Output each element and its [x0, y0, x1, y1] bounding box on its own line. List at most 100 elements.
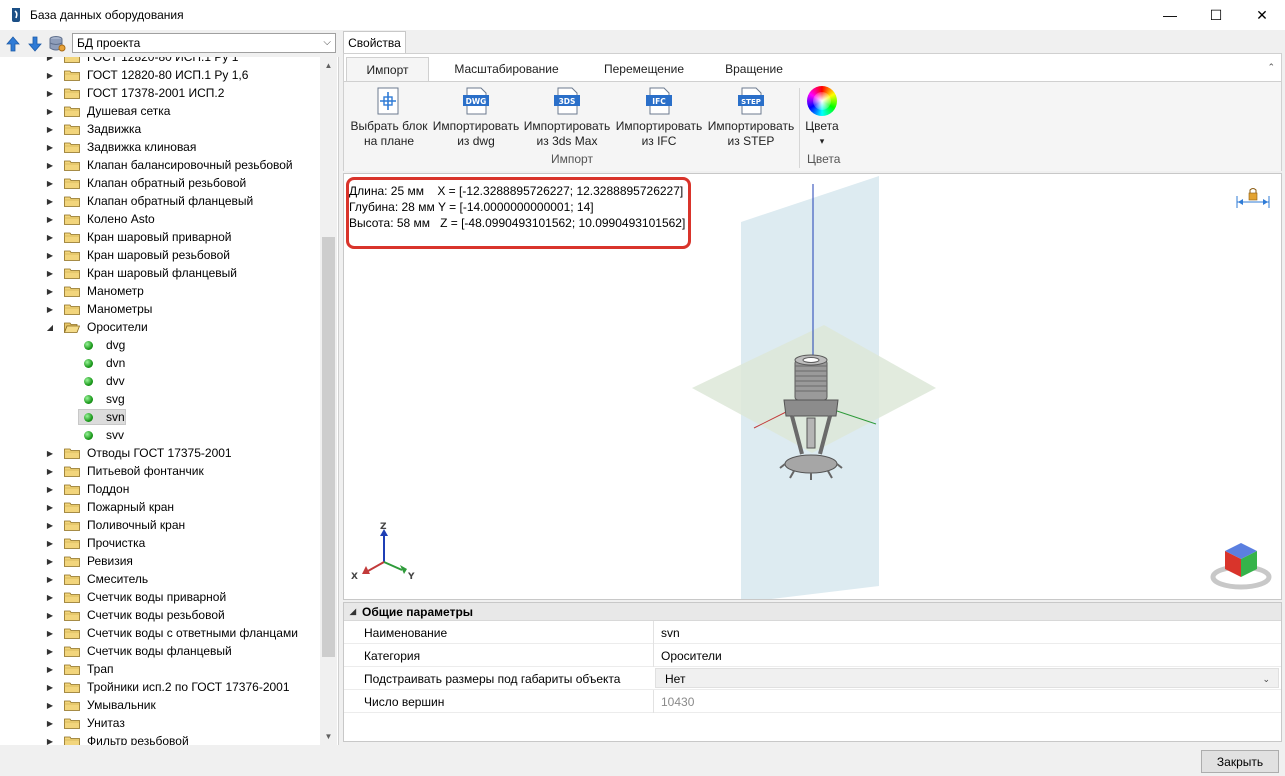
tree-folder-item[interactable]: ▶ Фильтр резьбовой: [0, 732, 320, 745]
tree-folder-item[interactable]: ▶ Счетчик воды с ответными фланцами: [0, 624, 320, 642]
colors-button[interactable]: Цвета ▾: [792, 86, 852, 154]
collapsed-arrow-icon[interactable]: ▶: [45, 156, 55, 174]
tree-folder-item[interactable]: ▶ Манометры: [0, 300, 320, 318]
tree-folder-item[interactable]: ▶ Счетчик воды фланцевый: [0, 642, 320, 660]
tree-folder-item[interactable]: ▶ Питьевой фонтанчик: [0, 462, 320, 480]
collapsed-arrow-icon[interactable]: ▶: [45, 192, 55, 210]
collapsed-arrow-icon[interactable]: ▶: [45, 552, 55, 570]
fit-size-select[interactable]: ⌄: [655, 668, 1279, 688]
tree-folder-item[interactable]: ▶ Поддон: [0, 480, 320, 498]
tree-folder-item[interactable]: ▶ Прочистка: [0, 534, 320, 552]
collapsed-arrow-icon[interactable]: ▶: [45, 516, 55, 534]
tree-folder-item[interactable]: ▶ Клапан обратный резьбовой: [0, 174, 320, 192]
equipment-tree[interactable]: ▶ ГОСТ 12820-80 ИСП.1 Ру 1 ▶ ГОСТ 12820-80 …: [0, 57, 320, 745]
tree-folder-item[interactable]: ▶ Счетчик воды приварной: [0, 588, 320, 606]
collapsed-arrow-icon[interactable]: ▶: [45, 714, 55, 732]
property-category-value[interactable]: Оросители: [661, 649, 722, 663]
tree-folder-item[interactable]: ▶ Унитаз: [0, 714, 320, 732]
tree-folder-item[interactable]: ▶ Поливочный кран: [0, 516, 320, 534]
collapsed-arrow-icon[interactable]: ▶: [45, 588, 55, 606]
tree-folder-item[interactable]: ▶ Ревизия: [0, 552, 320, 570]
collapsed-arrow-icon[interactable]: ▶: [45, 84, 55, 102]
tree-folder-item[interactable]: ▶ ГОСТ 12820-80 ИСП.1 Ру 1,6: [0, 66, 320, 84]
ribbon-tab-rotation[interactable]: Вращение: [714, 57, 794, 81]
collapsed-arrow-icon[interactable]: ▶: [45, 138, 55, 156]
property-row-category[interactable]: Категория Оросители: [344, 644, 1281, 667]
maximize-button[interactable]: ☐: [1193, 0, 1239, 30]
collapsed-arrow-icon[interactable]: ▶: [45, 57, 55, 66]
collapsed-arrow-icon[interactable]: ▶: [45, 678, 55, 696]
tree-leaf-item[interactable]: svn: [0, 408, 320, 426]
property-row-name[interactable]: Наименование svn: [344, 621, 1281, 644]
ribbon-tab-import[interactable]: Импорт: [346, 57, 429, 81]
property-name-value[interactable]: svn: [661, 626, 680, 640]
tree-folder-item[interactable]: ▶ ГОСТ 12820-80 ИСП.1 Ру 1: [0, 57, 320, 66]
tree-folder-item[interactable]: ▶ Клапан балансировочный резьбовой: [0, 156, 320, 174]
collapsed-arrow-icon[interactable]: ▶: [45, 246, 55, 264]
tree-folder-item[interactable]: ▶ Отводы ГОСТ 17375-2001: [0, 444, 320, 462]
expanded-arrow-icon[interactable]: ◢: [45, 318, 55, 336]
collapse-ribbon-icon[interactable]: ⌃: [1267, 62, 1275, 73]
minimize-button[interactable]: —: [1147, 0, 1193, 30]
import-ifc-button[interactable]: IFC Импортировать из IFC: [614, 86, 704, 154]
collapsed-arrow-icon[interactable]: ▶: [45, 534, 55, 552]
select-block-button[interactable]: Выбрать блок на плане: [344, 86, 434, 154]
collapsed-arrow-icon[interactable]: ▶: [45, 282, 55, 300]
tree-folder-item[interactable]: ◢ Оросители: [0, 318, 320, 336]
collapse-triangle-icon[interactable]: ◢: [344, 607, 362, 616]
ribbon-tab-scaling[interactable]: Масштабирование: [444, 57, 569, 81]
tree-folder-item[interactable]: ▶ Кран шаровый фланцевый: [0, 264, 320, 282]
scrollbar-thumb[interactable]: [322, 237, 335, 657]
tree-leaf-item[interactable]: svv: [0, 426, 320, 444]
tree-folder-item[interactable]: ▶ Душевая сетка: [0, 102, 320, 120]
collapsed-arrow-icon[interactable]: ▶: [45, 732, 55, 746]
collapsed-arrow-icon[interactable]: ▶: [45, 102, 55, 120]
collapsed-arrow-icon[interactable]: ▶: [45, 642, 55, 660]
collapsed-arrow-icon[interactable]: ▶: [45, 264, 55, 282]
close-button[interactable]: Закрыть: [1201, 750, 1279, 773]
property-row-fit-size[interactable]: Подстраивать размеры под габариты объект…: [344, 667, 1281, 690]
ribbon-tab-moving[interactable]: Перемещение: [589, 57, 699, 81]
collapsed-arrow-icon[interactable]: ▶: [45, 480, 55, 498]
tree-folder-item[interactable]: ▶ Колено Asto: [0, 210, 320, 228]
collapsed-arrow-icon[interactable]: ▶: [45, 120, 55, 138]
tree-folder-item[interactable]: ▶ Кран шаровый резьбовой: [0, 246, 320, 264]
collapsed-arrow-icon[interactable]: ▶: [45, 660, 55, 678]
collapsed-arrow-icon[interactable]: ▶: [45, 624, 55, 642]
tree-scrollbar[interactable]: ▲ ▼: [320, 57, 337, 745]
tree-folder-item[interactable]: ▶ Клапан обратный фланцевый: [0, 192, 320, 210]
tree-folder-item[interactable]: ▶ Задвижка: [0, 120, 320, 138]
collapsed-arrow-icon[interactable]: ▶: [45, 210, 55, 228]
3d-viewport[interactable]: Z X Y Длина: 25 мм X = [-12.328889572622…: [343, 173, 1282, 600]
tree-folder-item[interactable]: ▶ Задвижка клиновая: [0, 138, 320, 156]
collapsed-arrow-icon[interactable]: ▶: [45, 174, 55, 192]
collapsed-arrow-icon[interactable]: ▶: [45, 228, 55, 246]
scroll-up-icon[interactable]: ▲: [320, 57, 337, 74]
import-3ds-button[interactable]: 3DS Импортировать из 3ds Max: [522, 86, 612, 154]
collapsed-arrow-icon[interactable]: ▶: [45, 696, 55, 714]
database-select[interactable]: БД проекта ⌵: [72, 33, 336, 53]
scroll-down-icon[interactable]: ▼: [320, 728, 337, 745]
collapsed-arrow-icon[interactable]: ▶: [45, 570, 55, 588]
properties-section-header[interactable]: ◢ Общие параметры: [344, 603, 1281, 621]
collapsed-arrow-icon[interactable]: ▶: [45, 66, 55, 84]
tree-folder-item[interactable]: ▶ Счетчик воды резьбовой: [0, 606, 320, 624]
close-window-button[interactable]: ✕: [1239, 0, 1285, 30]
tree-folder-item[interactable]: ▶ Умывальник: [0, 696, 320, 714]
tree-leaf-item[interactable]: dvn: [0, 354, 320, 372]
collapsed-arrow-icon[interactable]: ▶: [45, 444, 55, 462]
collapsed-arrow-icon[interactable]: ▶: [45, 606, 55, 624]
collapsed-arrow-icon[interactable]: ▶: [45, 498, 55, 516]
database-icon[interactable]: [48, 35, 66, 53]
tree-leaf-item[interactable]: svg: [0, 390, 320, 408]
tree-folder-item[interactable]: ▶ Смеситель: [0, 570, 320, 588]
tab-properties[interactable]: Свойства: [343, 31, 406, 53]
collapsed-arrow-icon[interactable]: ▶: [45, 300, 55, 318]
tree-leaf-item[interactable]: dvg: [0, 336, 320, 354]
tree-folder-item[interactable]: ▶ Трап: [0, 660, 320, 678]
import-dwg-button[interactable]: DWG Импортировать из dwg: [431, 86, 521, 154]
collapsed-arrow-icon[interactable]: ▶: [45, 462, 55, 480]
arrow-down-icon[interactable]: [26, 35, 44, 53]
tree-folder-item[interactable]: ▶ Кран шаровый приварной: [0, 228, 320, 246]
tree-folder-item[interactable]: ▶ ГОСТ 17378-2001 ИСП.2: [0, 84, 320, 102]
